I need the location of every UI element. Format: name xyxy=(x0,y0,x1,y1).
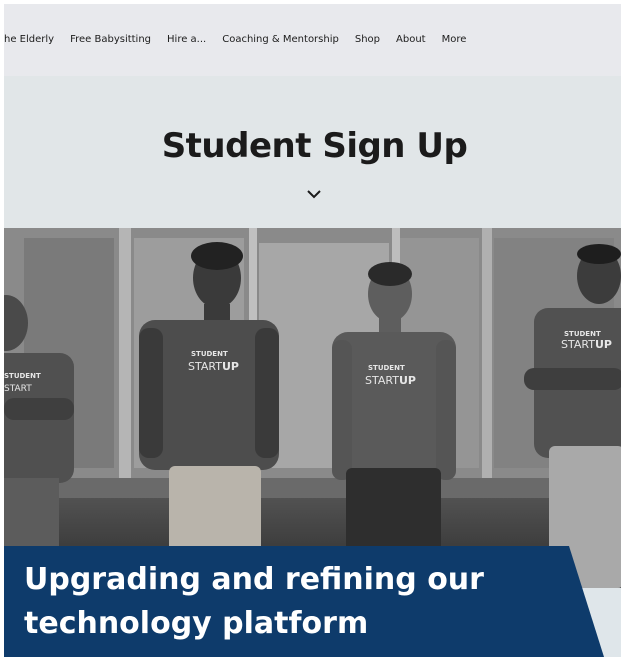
chevron-down-icon[interactable] xyxy=(306,186,322,202)
page-frame: he Elderly Free Babysitting Hire a... Co… xyxy=(4,4,621,657)
top-navigation: he Elderly Free Babysitting Hire a... Co… xyxy=(4,4,621,76)
announcement-banner-text[interactable]: Upgrading and refining our technology pl… xyxy=(24,558,584,646)
page-title: Student Sign Up xyxy=(161,126,468,166)
nav-item-elderly[interactable]: he Elderly xyxy=(4,32,54,48)
svg-text:STARTUP: STARTUP xyxy=(188,360,239,373)
nav-item-coaching-mentorship[interactable]: Coaching & Mentorship xyxy=(222,32,339,48)
nav-item-free-babysitting[interactable]: Free Babysitting xyxy=(70,32,151,48)
svg-text:STUDENT: STUDENT xyxy=(4,372,41,380)
svg-text:STUDENT: STUDENT xyxy=(191,350,228,358)
banner-line-2: technology platform xyxy=(24,606,369,641)
nav-item-about[interactable]: About xyxy=(396,32,426,48)
nav-item-more[interactable]: More xyxy=(442,32,467,48)
nav-item-hire[interactable]: Hire a... xyxy=(167,32,206,48)
nav-menu: he Elderly Free Babysitting Hire a... Co… xyxy=(4,32,466,48)
svg-text:STUDENT: STUDENT xyxy=(368,364,405,372)
students-photo: STUDENT START STUDENT STARTUP STUDENT ST… xyxy=(4,228,621,588)
svg-text:STUDENT: STUDENT xyxy=(564,330,601,338)
banner-line-1: Upgrading and refining our xyxy=(24,562,484,597)
nav-item-shop[interactable]: Shop xyxy=(355,32,380,48)
svg-text:STARTUP: STARTUP xyxy=(561,338,612,351)
students-photo-illustration: STUDENT START STUDENT STARTUP STUDENT ST… xyxy=(4,228,621,588)
svg-text:START: START xyxy=(4,384,32,394)
hero-section: Student Sign Up xyxy=(4,76,621,228)
svg-text:STARTUP: STARTUP xyxy=(365,374,416,387)
